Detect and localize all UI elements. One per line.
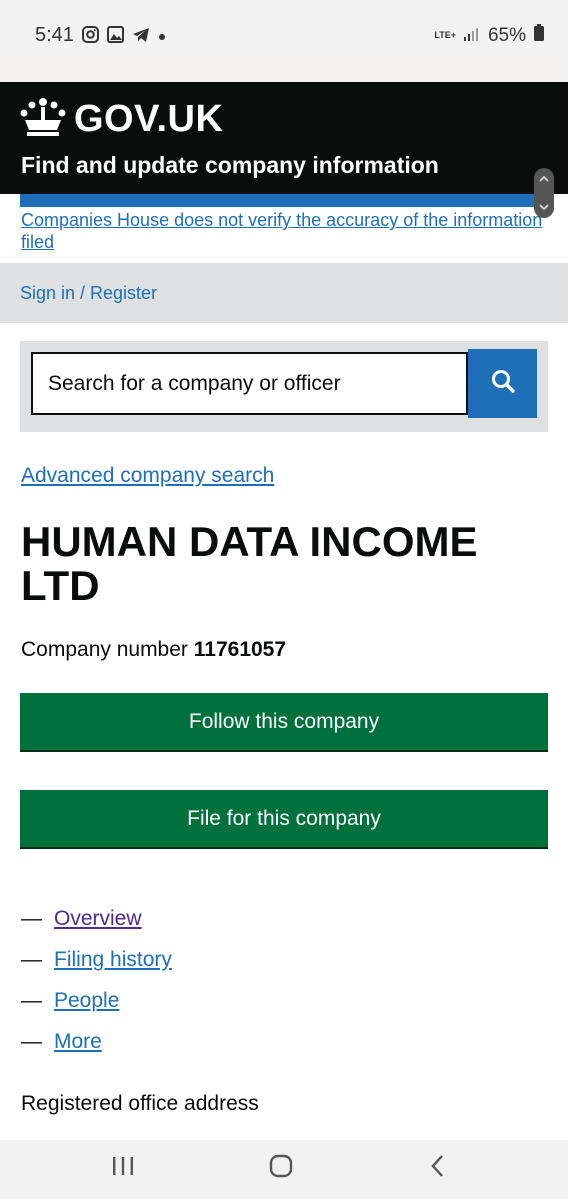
- filing-history-link[interactable]: Filing history: [54, 948, 172, 972]
- nav-item-more: — More: [21, 1021, 172, 1062]
- file-for-company-button[interactable]: File for this company: [20, 790, 548, 847]
- dot-icon: [158, 28, 166, 46]
- company-number-label: Company number: [21, 638, 188, 661]
- battery-icon: [534, 24, 544, 47]
- nav-item-filing-history: — Filing history: [21, 939, 172, 980]
- follow-company-button[interactable]: Follow this company: [20, 693, 548, 750]
- web-page: GOV.UK Find and update company informati…: [0, 60, 568, 1140]
- dash: —: [21, 1029, 42, 1053]
- clock: 5:41: [35, 24, 74, 46]
- dash: —: [21, 988, 42, 1012]
- sign-in-link[interactable]: Sign in / Register: [20, 283, 157, 304]
- instagram-icon: [82, 26, 99, 48]
- search-button[interactable]: [468, 349, 537, 418]
- gallery-icon: [107, 26, 124, 48]
- notification-icons: [82, 26, 166, 48]
- system-icons: LTE+ 65%: [434, 24, 544, 47]
- blue-rule: [20, 194, 548, 207]
- more-link[interactable]: More: [54, 1030, 102, 1054]
- service-name[interactable]: Find and update company information: [21, 152, 439, 179]
- network-type: LTE+: [434, 30, 456, 40]
- company-number: Company number 11761057: [21, 638, 286, 662]
- site-header: GOV.UK Find and update company informati…: [0, 82, 568, 194]
- logo-text: GOV.UK: [74, 98, 224, 140]
- overview-link[interactable]: Overview: [54, 907, 142, 931]
- nav-item-people: — People: [21, 980, 172, 1021]
- android-nav-bar: [0, 1140, 568, 1199]
- disclaimer-link[interactable]: Companies House does not verify the accu…: [21, 209, 548, 253]
- signal-icon: [463, 25, 480, 47]
- dash: —: [21, 906, 42, 930]
- registered-office-heading: Registered office address: [21, 1092, 259, 1115]
- dash: —: [21, 947, 42, 971]
- company-number-value: 11761057: [193, 638, 287, 661]
- govuk-logo[interactable]: GOV.UK: [20, 96, 223, 143]
- search-icon: [490, 368, 516, 399]
- people-link[interactable]: People: [54, 989, 119, 1013]
- crown-icon: [20, 96, 66, 143]
- scroll-handle[interactable]: [534, 168, 554, 218]
- search-input[interactable]: Search for a company or officer: [31, 352, 468, 415]
- nav-item-overview: — Overview: [21, 898, 172, 939]
- status-bar: 5:41 LTE+ 65%: [0, 0, 568, 60]
- recents-icon[interactable]: [111, 1155, 135, 1182]
- battery-level: 65%: [487, 24, 526, 46]
- search-panel: Search for a company or officer: [20, 341, 548, 432]
- top-strip: [0, 60, 568, 82]
- advanced-search-link[interactable]: Advanced company search: [21, 464, 274, 488]
- company-nav: — Overview — Filing history — People — M…: [21, 898, 172, 1062]
- company-name: HUMAN DATA INCOME LTD: [21, 518, 478, 609]
- telegram-icon: [132, 27, 150, 48]
- back-icon[interactable]: [430, 1154, 446, 1183]
- home-icon[interactable]: [269, 1154, 293, 1183]
- account-bar: Sign in / Register: [0, 263, 568, 323]
